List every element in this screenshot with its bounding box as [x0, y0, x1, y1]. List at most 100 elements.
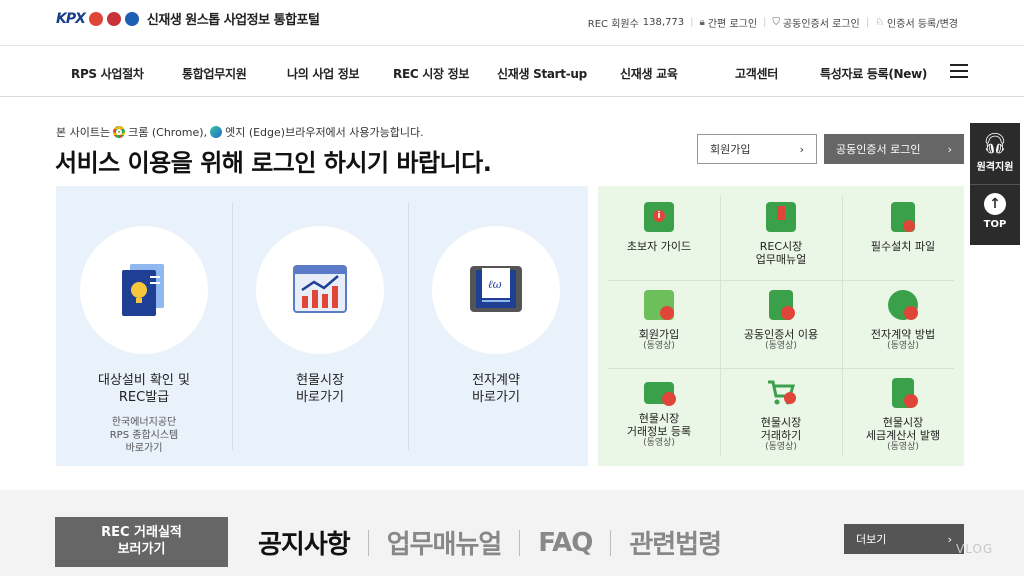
top-button[interactable]: ↑ TOP [970, 185, 1020, 245]
chrome-icon [113, 126, 126, 138]
simple-login-link[interactable]: 간편 로그인 [708, 15, 757, 30]
guide-title: 초보자 가이드 [626, 240, 692, 253]
chevron-right-icon: › [799, 142, 804, 156]
service-label: 현물시장 [296, 373, 344, 388]
nav-item-education[interactable]: 신재생 교육 [620, 65, 678, 82]
info-monitor-icon: i [644, 202, 674, 232]
guide-install-file[interactable]: 필수설치 파일 [846, 202, 960, 284]
id-card-video-icon [644, 382, 676, 406]
guide-title: 업무매뉴얼 [755, 253, 807, 266]
tab-notice[interactable]: 공지사항 [258, 524, 351, 561]
divider: | [763, 17, 767, 28]
rec-line1: REC 거래실적 [101, 525, 182, 540]
join-button[interactable]: 회원가입 › [697, 134, 817, 164]
service-e-contract[interactable]: ℓω 전자계약 바로가기 [408, 226, 584, 406]
divider [842, 196, 843, 456]
service-label: 전자계약 [472, 373, 520, 388]
guide-signup-video[interactable]: 회원가입 (동영상) [602, 290, 716, 372]
guide-title: 현물시장 [882, 416, 924, 429]
service-label: REC발급 [118, 390, 170, 405]
download-monitor-icon [766, 202, 796, 232]
guide-title: 필수설치 파일 [870, 240, 936, 253]
remote-support-button[interactable]: 🎧︎ 원격지원 [970, 123, 1020, 185]
cert-register-link[interactable]: 인증서 등록/변경 [887, 15, 958, 30]
main-nav: RPS 사업절차 통합업무지원 나의 사업 정보 REC 시장 정보 신재생 S… [0, 47, 1024, 97]
divider: | [865, 17, 870, 28]
calendar-video-icon [644, 290, 674, 320]
guide-panel: i 초보자 가이드 REC시장 업무매뉴얼 필수설치 파일 회원가입 (동영상)… [598, 186, 964, 466]
nav-item-customer[interactable]: 고객센터 [735, 65, 778, 82]
guide-beginner[interactable]: i 초보자 가이드 [602, 202, 716, 284]
guide-sub: (동영상) [643, 438, 675, 448]
tab-faq[interactable]: FAQ [538, 528, 593, 558]
guide-title: 거래하기 [760, 429, 802, 442]
notice-chrome: 크롬 (Chrome), [128, 126, 208, 139]
watermark: VLOG [956, 542, 994, 556]
nav-item-rec-market[interactable]: REC 시장 정보 [393, 65, 469, 82]
menu-icon[interactable] [950, 64, 968, 78]
rec-performance-button[interactable]: REC 거래실적 보러가기 [55, 517, 228, 567]
guide-title: 현물시장 [638, 412, 680, 425]
top-label: TOP [983, 219, 1007, 230]
service-spot-market[interactable]: 현물시장 바로가기 [232, 226, 408, 406]
service-panel: 대상설비 확인 및 REC발급 한국에너지공단 RPS 종합시스템 바로가기 현… [56, 186, 588, 466]
guide-rec-manual[interactable]: REC시장 업무매뉴얼 [724, 202, 838, 284]
guide-title: 현물시장 [760, 416, 802, 429]
tablet-contract-icon: ℓω [432, 226, 560, 354]
site-logo[interactable]: KPX 신재생 원스톱 사업정보 통합포털 [56, 9, 320, 29]
service-sub: 한국에너지공단 [111, 417, 177, 428]
guide-trade-video[interactable]: 현물시장 거래하기 (동영상) [724, 378, 838, 460]
divider [367, 529, 369, 556]
receipt-video-icon [892, 378, 918, 408]
guide-title: 회원가입 [638, 328, 680, 341]
document-video-icon [769, 290, 795, 320]
more-label: 더보기 [856, 533, 887, 546]
cert-login-button[interactable]: 공동인증서 로그인 › [824, 134, 964, 164]
headset-icon: 🎧︎ [982, 131, 1008, 155]
divider [519, 529, 521, 556]
service-rec-issue[interactable]: 대상설비 확인 및 REC발급 한국에너지공단 RPS 종합시스템 바로가기 [56, 226, 232, 455]
logo-mark-blue-icon [124, 11, 139, 26]
guide-sub: (동영상) [643, 341, 675, 351]
guide-title: 전자계약 방법 [870, 328, 936, 341]
board-tabs: 공지사항 업무매뉴얼 FAQ 관련법령 [258, 524, 722, 561]
tab-law[interactable]: 관련법령 [629, 524, 722, 561]
guide-contract-video[interactable]: 전자계약 방법 (동영상) [846, 290, 960, 372]
file-download-icon [891, 202, 915, 232]
cert-login-label: 공동인증서 로그인 [836, 143, 921, 156]
nav-item-startup[interactable]: 신재생 Start-up [497, 65, 587, 82]
member-count-label: REC 회원수 [587, 19, 639, 30]
chevron-right-icon: › [947, 142, 952, 156]
nav-item-characteristic[interactable]: 특성자료 등록(New) [820, 65, 927, 82]
guide-title: REC시장 [759, 240, 803, 253]
notice-prefix: 본 사이트는 [56, 126, 111, 139]
guide-cert-video[interactable]: 공동인증서 이용 (동영상) [724, 290, 838, 372]
nav-item-support[interactable]: 통합업무지원 [182, 65, 247, 82]
member-count: 138,773 [642, 17, 685, 28]
rec-line2: 보러가기 [117, 542, 166, 557]
join-label: 회원가입 [710, 143, 751, 156]
nav-item-my-business[interactable]: 나의 사업 정보 [287, 65, 360, 82]
more-button[interactable]: 더보기 › [844, 524, 964, 554]
top-bar: KPX 신재생 원스톱 사업정보 통합포털 REC 회원수 138,773 | … [0, 0, 1024, 46]
logo-mark-red-icon [88, 11, 103, 26]
logo-mark-red2-icon [106, 11, 121, 26]
guide-trade-info-video[interactable]: 현물시장 거래정보 등록 (동영상) [602, 378, 716, 460]
svg-text:ℓω: ℓω [488, 278, 502, 291]
page-title: 서비스 이용을 위해 로그인 하시기 바랍니다. [55, 149, 492, 177]
guide-invoice-video[interactable]: 현물시장 세금계산서 발행 (동영상) [846, 378, 960, 460]
remote-support-label: 원격지원 [976, 162, 1014, 173]
guide-sub: (동영상) [765, 341, 797, 351]
divider [720, 196, 721, 456]
utility-links: REC 회원수 138,773 | 🔒︎ 간편 로그인 | ⛉ 공동인증서 로그… [588, 15, 958, 30]
service-sub: 바로가기 [125, 443, 163, 454]
divider [610, 529, 612, 556]
tab-manual[interactable]: 업무매뉴얼 [387, 524, 503, 561]
arrow-up-icon: ↑ [984, 193, 1006, 215]
guide-sub: (동영상) [887, 442, 919, 452]
site-title: 신재생 원스톱 사업정보 통합포털 [146, 13, 320, 28]
nav-item-rps[interactable]: RPS 사업절차 [71, 65, 144, 82]
cert-login-link[interactable]: 공동인증서 로그인 [783, 15, 860, 30]
service-label: 바로가기 [296, 390, 344, 405]
chart-monitor-icon [256, 226, 384, 354]
